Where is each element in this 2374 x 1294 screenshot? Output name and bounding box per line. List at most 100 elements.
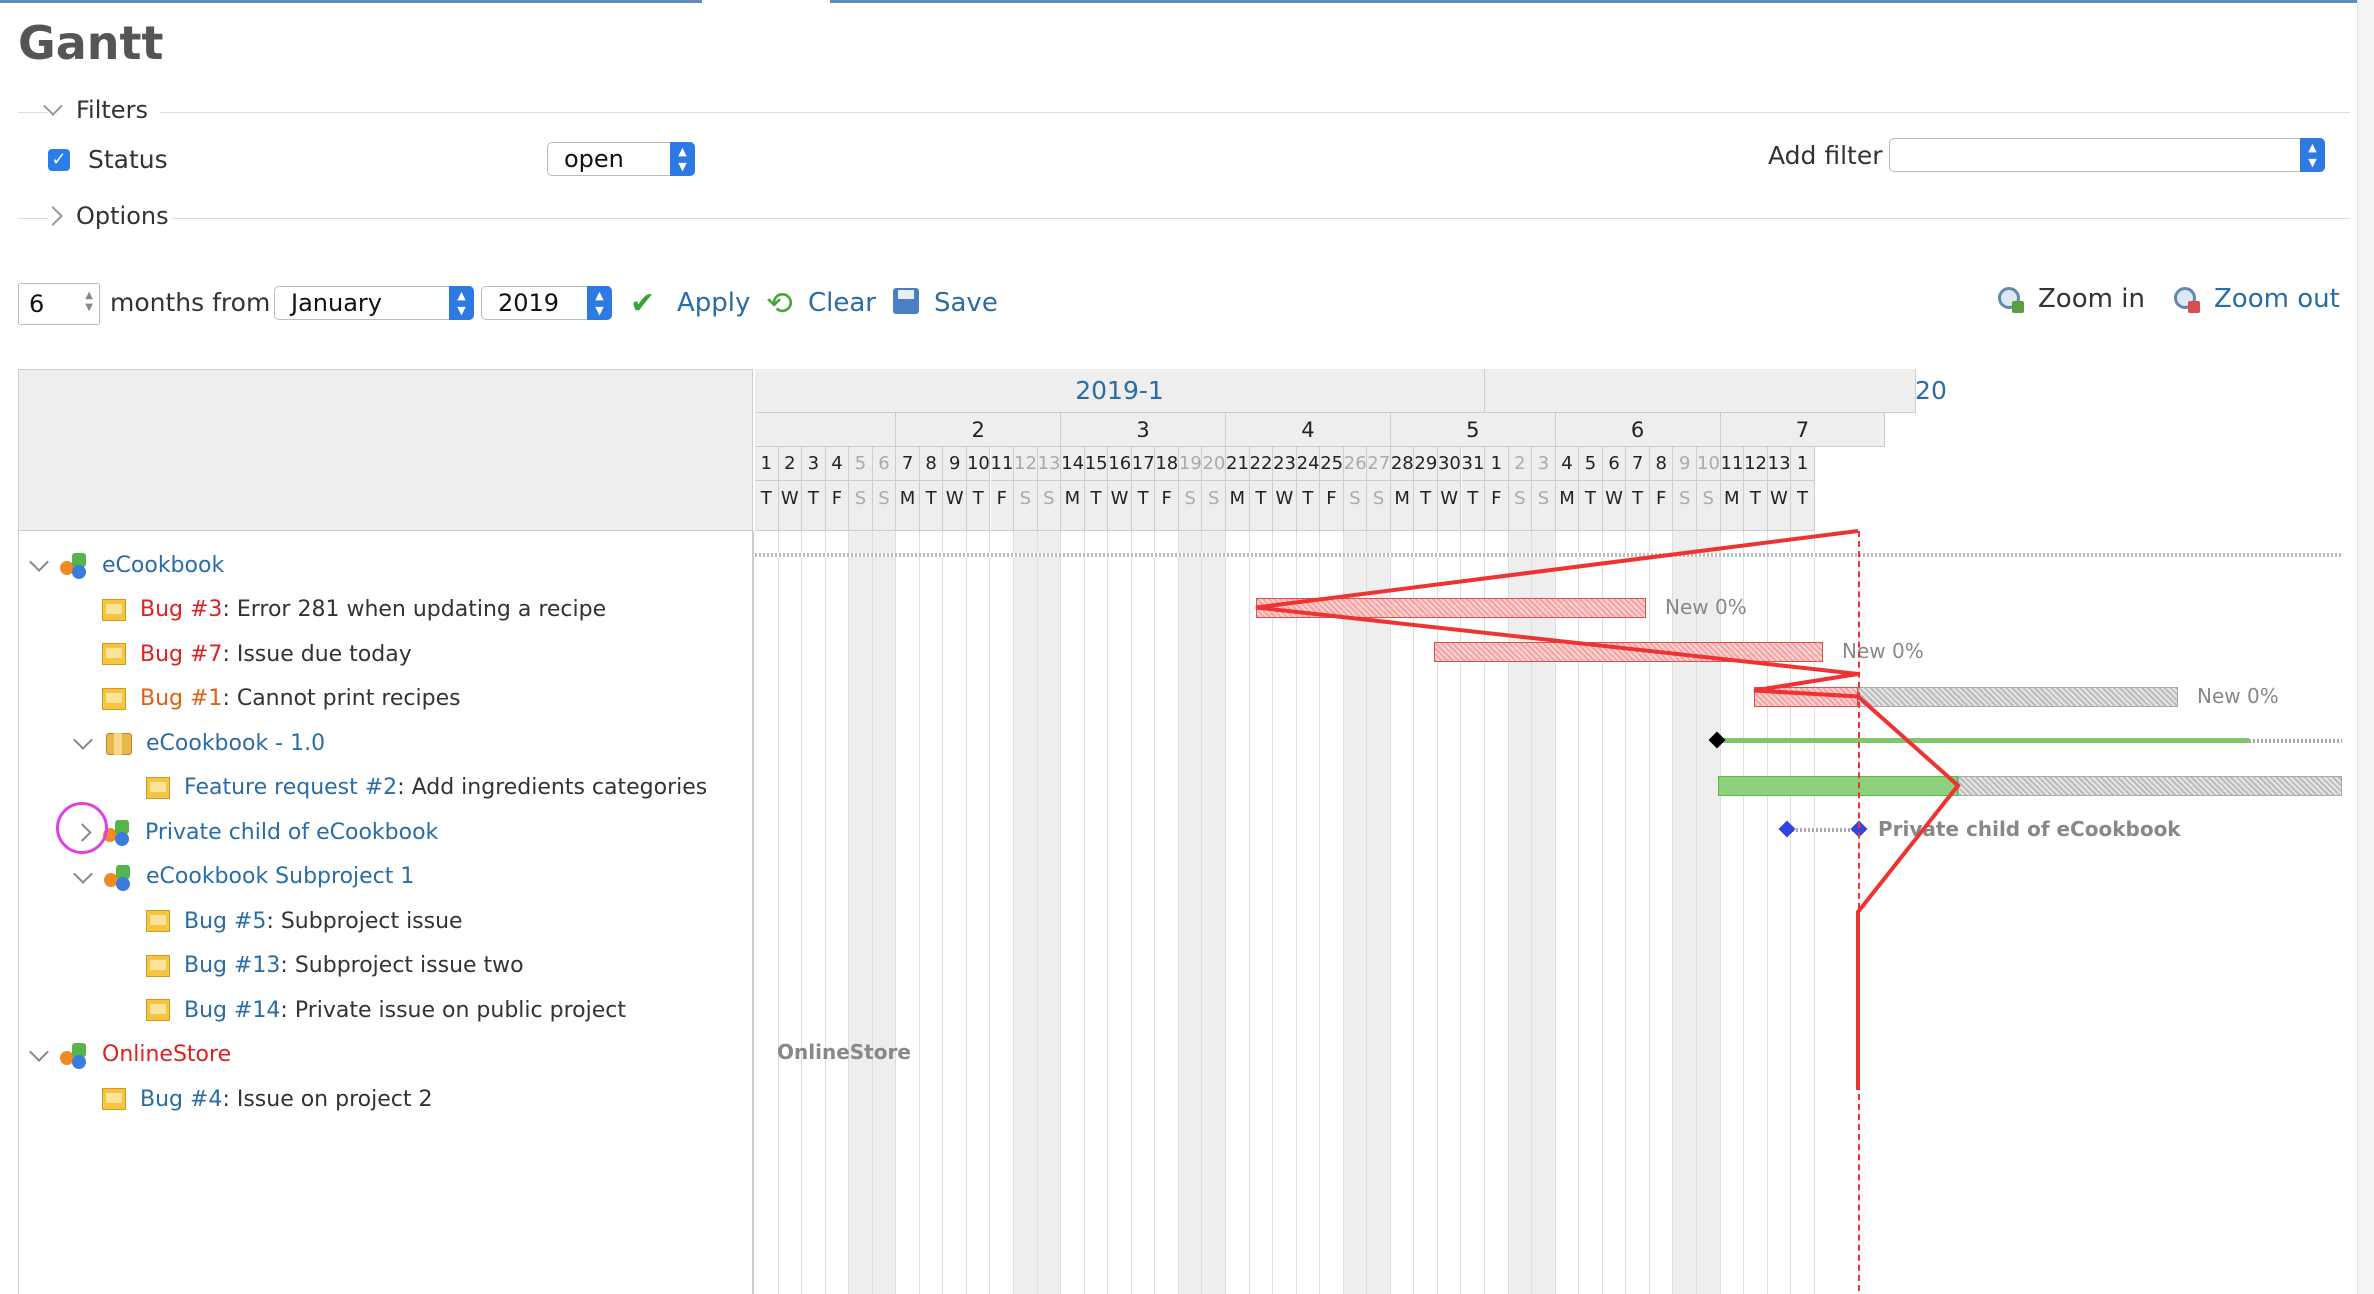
year-value: 2019 bbox=[498, 289, 560, 317]
zoom-out-icon bbox=[2172, 285, 2200, 313]
months-from-label: months from bbox=[110, 288, 271, 317]
subject-link[interactable]: Bug #1 bbox=[140, 686, 222, 711]
save-link[interactable]: Save bbox=[934, 288, 998, 318]
issue-icon bbox=[102, 643, 126, 665]
collapse-toggle-icon[interactable] bbox=[29, 552, 49, 572]
gantt-page: Gantt Filters ✓ Status open ▲ ▼ Add filte… bbox=[0, 0, 2374, 1294]
progress-line bbox=[1255, 529, 1961, 1090]
clear-link[interactable]: Clear bbox=[808, 288, 876, 318]
months-input[interactable]: 6 ▲ ▼ bbox=[18, 283, 100, 325]
subject-text: : Error 281 when updating a recipe bbox=[222, 597, 607, 622]
project-row: Private child of eCookbook bbox=[73, 812, 438, 852]
filters-rule-left bbox=[18, 112, 48, 113]
subject-text: : Cannot print recipes bbox=[222, 686, 461, 711]
status-label: Status bbox=[88, 145, 168, 174]
status-operator-select[interactable]: open ▲ ▼ bbox=[547, 142, 695, 176]
options-legend[interactable]: Options bbox=[43, 202, 169, 230]
options-rule-left bbox=[18, 218, 48, 219]
select-arrows-icon: ▲ ▼ bbox=[449, 286, 474, 320]
reload-icon: ⟲ bbox=[766, 284, 793, 322]
subject-link[interactable]: Bug #7 bbox=[140, 642, 222, 667]
zoom-in-label: Zoom in bbox=[2038, 284, 2145, 314]
progress-polyline bbox=[1255, 529, 1961, 1090]
status-operator-value: open bbox=[564, 145, 624, 173]
zoom-in-link[interactable]: Zoom in bbox=[1996, 284, 2145, 314]
save-icon bbox=[893, 288, 919, 314]
year-select[interactable]: 2019 ▲ ▼ bbox=[481, 286, 612, 320]
filters-legend-label: Filters bbox=[76, 96, 148, 124]
gantt-subjects-header bbox=[18, 369, 753, 531]
select-arrows-icon: ▲ ▼ bbox=[587, 286, 612, 320]
top-tab-border-left bbox=[0, 0, 702, 3]
page-scrollbar[interactable] bbox=[2357, 0, 2374, 1294]
subject-link[interactable]: Feature request #2 bbox=[184, 775, 397, 800]
subject-text: : Issue due today bbox=[222, 641, 412, 667]
project-row: OnlineStore bbox=[29, 1035, 231, 1075]
subject-link[interactable]: eCookbook - 1.0 bbox=[146, 731, 325, 756]
collapse-toggle-icon[interactable] bbox=[73, 863, 93, 884]
filters-legend[interactable]: Filters bbox=[43, 96, 148, 124]
collapse-toggle-icon[interactable] bbox=[29, 1041, 49, 1062]
project-row: eCookbook Subproject 1 bbox=[73, 857, 414, 897]
issue-row: Feature request #2: Add ingredients cate… bbox=[120, 768, 707, 808]
save-icon-label bbox=[898, 290, 914, 299]
issue-row: Bug #5: Subproject issue bbox=[120, 901, 463, 941]
stepper-arrows-icon: ▲ ▼ bbox=[85, 290, 93, 313]
apply-link[interactable]: Apply bbox=[677, 288, 750, 318]
issue-icon bbox=[146, 999, 170, 1021]
project-icon bbox=[104, 863, 134, 891]
options-legend-label: Options bbox=[76, 202, 169, 230]
project-icon bbox=[60, 551, 90, 579]
subject-link[interactable]: Bug #14 bbox=[184, 998, 280, 1023]
page-title: Gantt bbox=[18, 16, 164, 70]
top-tab-border-right bbox=[830, 0, 2358, 3]
issue-icon bbox=[102, 1088, 126, 1110]
issue-icon bbox=[146, 954, 170, 977]
package-icon bbox=[104, 729, 134, 757]
project-icon bbox=[60, 1041, 90, 1069]
subject-link[interactable]: Bug #5 bbox=[184, 909, 266, 934]
options-rule-right bbox=[172, 218, 2350, 219]
add-filter-select[interactable]: ▲ ▼ bbox=[1889, 138, 2325, 172]
subject-text: : Private issue on public project bbox=[280, 997, 626, 1023]
checkmark-icon: ✔ bbox=[630, 286, 656, 321]
select-arrows-icon: ▲ ▼ bbox=[2300, 138, 2325, 172]
issue-row: Bug #7: Issue due today bbox=[76, 634, 412, 674]
subject-link[interactable]: OnlineStore bbox=[102, 1042, 231, 1067]
highlight-circle bbox=[56, 802, 108, 854]
version-row: eCookbook - 1.0 bbox=[73, 723, 325, 763]
status-checkbox[interactable]: ✓ bbox=[48, 149, 70, 171]
subject-text: : Subproject issue bbox=[266, 908, 463, 934]
zoom-out-link[interactable]: Zoom out bbox=[2172, 284, 2340, 314]
zoom-in-icon bbox=[1996, 285, 2024, 313]
subject-text: : Add ingredients categories bbox=[397, 775, 708, 800]
add-filter-label: Add filter bbox=[1768, 141, 1883, 170]
issue-icon bbox=[102, 598, 126, 621]
chevron-right-icon bbox=[43, 206, 63, 226]
subject-link[interactable]: Private child of eCookbook bbox=[145, 820, 438, 845]
filters-rule-right bbox=[160, 112, 2350, 113]
issue-row: Bug #1: Cannot print recipes bbox=[76, 679, 461, 719]
subject-link[interactable]: Bug #13 bbox=[184, 953, 280, 978]
project-row: eCookbook bbox=[29, 545, 224, 585]
issue-row: Bug #4: Issue on project 2 bbox=[76, 1079, 432, 1119]
issue-row: Bug #14: Private issue on public project bbox=[120, 990, 626, 1030]
collapse-toggle-icon[interactable] bbox=[73, 730, 93, 750]
issue-row: Bug #13: Subproject issue two bbox=[120, 946, 524, 986]
gantt-chart-clip: 2019-1 20 2 3 4 5 6 7 1 T 2 W 3 T 4 F 5 S 6 S 7 M 8 T 9 W 10 T 11 F 12… bbox=[755, 369, 2342, 1294]
zoom-out-label: Zoom out bbox=[2214, 284, 2340, 314]
issue-row: Bug #3: Error 281 when updating a recipe bbox=[76, 590, 606, 630]
subject-link[interactable]: eCookbook bbox=[102, 553, 224, 578]
subject-text: : Issue on project 2 bbox=[222, 1086, 433, 1112]
month-value: January bbox=[291, 289, 382, 317]
subject-text: : Subproject issue two bbox=[280, 953, 524, 978]
subject-link[interactable]: Bug #4 bbox=[140, 1087, 222, 1112]
subject-link[interactable]: eCookbook Subproject 1 bbox=[146, 864, 414, 889]
issue-icon bbox=[146, 776, 170, 799]
month-select[interactable]: January ▲ ▼ bbox=[274, 286, 474, 320]
months-value: 6 bbox=[29, 290, 45, 318]
subject-link[interactable]: Bug #3 bbox=[140, 597, 222, 622]
select-arrows-icon: ▲ ▼ bbox=[670, 142, 695, 176]
issue-icon bbox=[102, 687, 126, 710]
chevron-down-icon bbox=[43, 96, 63, 116]
